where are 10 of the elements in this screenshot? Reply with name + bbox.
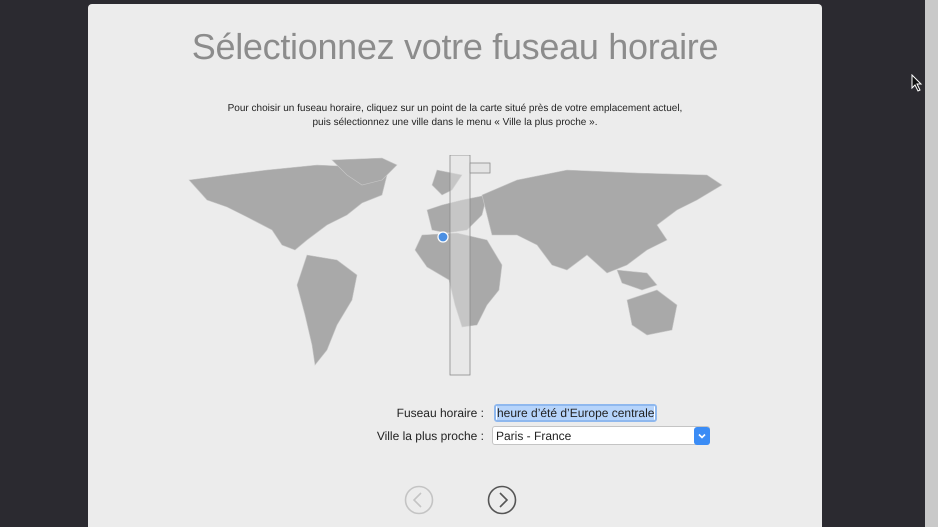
instructions: Pour choisir un fuseau horaire, cliquez sur un point de la carte situé près de votre emplacement actuel, puis sélectionnez une ville dans le menu « Ville la plus proche ». [228, 102, 682, 130]
field-label: Fuseau horaire : [396, 406, 485, 420]
location-pin-icon [437, 231, 449, 243]
chevron-down-icon [694, 426, 710, 444]
next-button[interactable] [486, 485, 516, 515]
mouse-pointer-icon [911, 74, 923, 92]
time-zone-field[interactable]: heure d’été d’Europe centrale [494, 404, 658, 422]
city-dropdown[interactable]: Paris - France [492, 426, 710, 445]
field-label: Ville la plus proche : [376, 428, 485, 442]
page-title: Sélectionnez votre fuseau horaire [192, 26, 718, 68]
